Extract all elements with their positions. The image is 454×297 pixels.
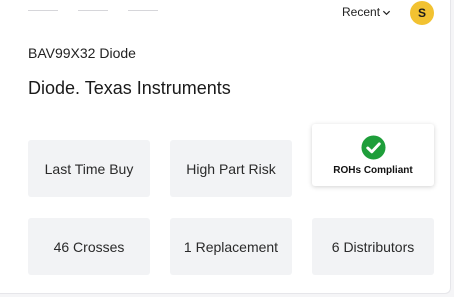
- replacements-label: 1 Replacement: [183, 238, 279, 255]
- crosses-tile[interactable]: 46 Crosses: [28, 218, 150, 275]
- check-circle-icon: [360, 134, 386, 160]
- tab-placeholder-1[interactable]: [28, 10, 58, 11]
- risk-tile[interactable]: High Part Risk: [170, 140, 292, 197]
- tab-placeholder-2[interactable]: [78, 10, 108, 11]
- distributors-tile[interactable]: 6 Distributors: [312, 218, 434, 275]
- chevron-down-icon: [382, 10, 391, 15]
- avatar-initial: S: [417, 6, 426, 20]
- tab-placeholder-3[interactable]: [128, 10, 158, 11]
- recent-dropdown[interactable]: Recent: [342, 5, 391, 19]
- lifecycle-tile[interactable]: Last Time Buy: [28, 140, 150, 197]
- rohs-label: ROHs Compliant: [333, 164, 413, 176]
- risk-label: High Part Risk: [186, 160, 276, 177]
- avatar[interactable]: S: [410, 1, 434, 25]
- distributors-label: 6 Distributors: [331, 238, 415, 255]
- part-description: Diode. Texas Instruments: [28, 78, 231, 98]
- crosses-label: 46 Crosses: [53, 238, 125, 255]
- lifecycle-label: Last Time Buy: [44, 160, 134, 177]
- recent-label: Recent: [342, 5, 381, 19]
- rohs-tile[interactable]: ROHs Compliant: [312, 124, 434, 186]
- part-card: Recent S BAV99X32 Diode Diode. Texas Ins…: [0, 0, 451, 294]
- replacements-tile[interactable]: 1 Replacement: [170, 218, 292, 275]
- part-number: BAV99X32 Diode: [28, 45, 136, 61]
